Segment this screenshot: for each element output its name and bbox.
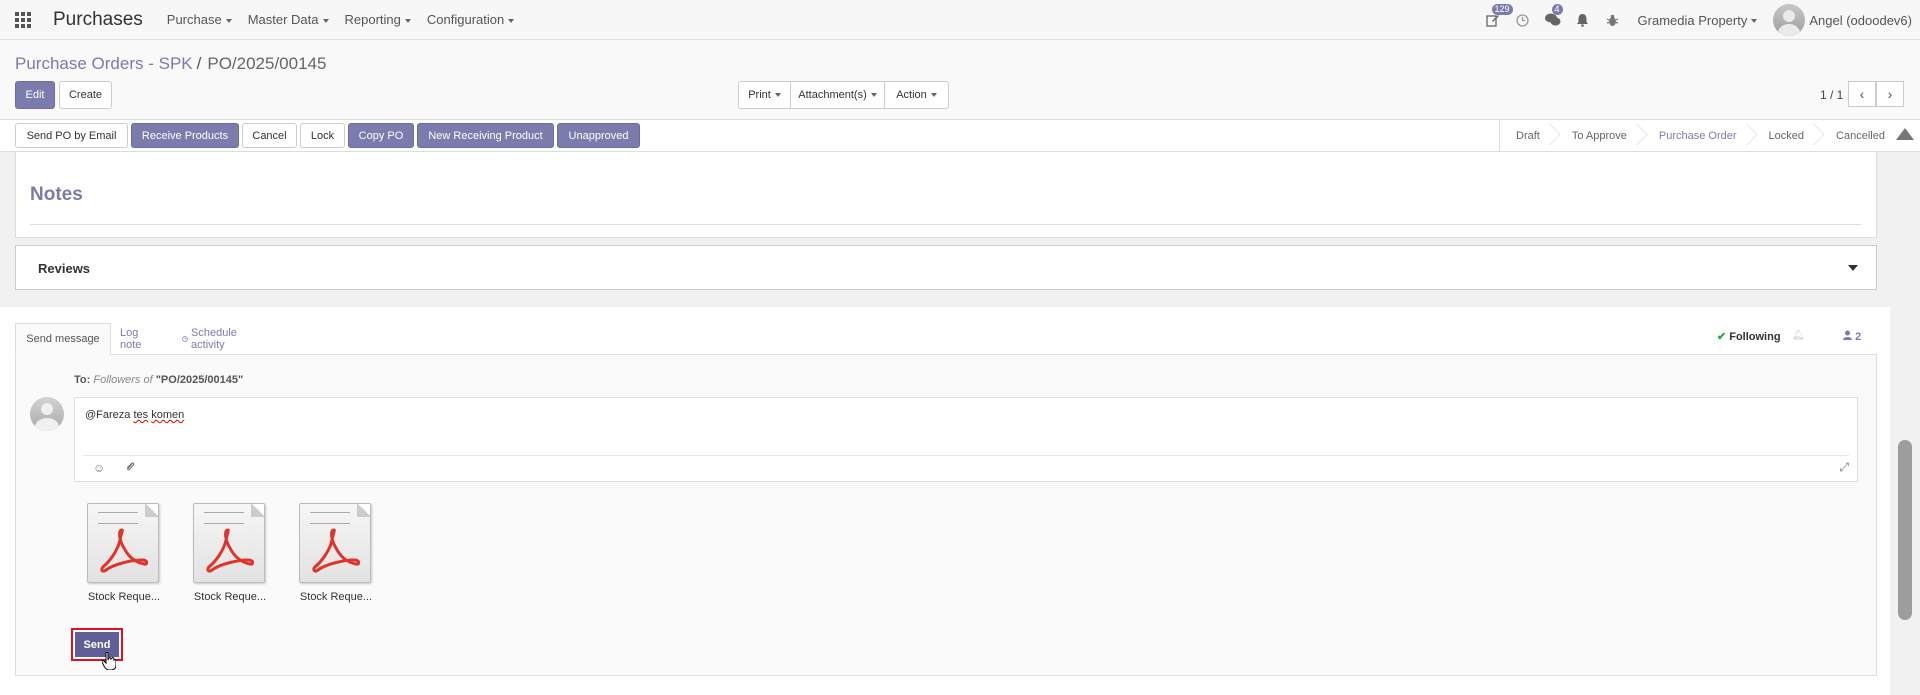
message-input[interactable]: @Fareza tes komen: [85, 409, 184, 421]
notes-divider: [30, 224, 1861, 225]
breadcrumb-current: PO/2025/00145: [207, 54, 327, 73]
stage-pipeline: Draft To Approve Purchase Order Locked C…: [1499, 120, 1901, 151]
breadcrumb-parent[interactable]: Purchase Orders - SPK: [15, 54, 193, 73]
clock-icon[interactable]: [1508, 0, 1538, 40]
caret-down-icon: [322, 18, 329, 23]
followers-button[interactable]: 2: [1843, 330, 1861, 343]
recipients-line: To: Followers of "PO/2025/00145": [74, 374, 243, 386]
pdf-file-icon: [193, 503, 265, 583]
status-bar: Send PO by Email Receive Products Cancel…: [0, 119, 1920, 152]
user-name: Angel (odoodev6): [1809, 12, 1912, 28]
stage-cancelled[interactable]: Cancelled: [1820, 120, 1901, 151]
caret-down-icon: [508, 18, 515, 23]
following-button[interactable]: ✔ Following: [1717, 330, 1781, 343]
tab-schedule-activity[interactable]: Schedule activity: [182, 323, 241, 355]
print-dropdown[interactable]: Print: [738, 81, 791, 109]
cancel-button[interactable]: Cancel: [242, 123, 297, 148]
message-composer[interactable]: @Fareza tes komen ☺ ⤢: [74, 397, 1858, 482]
attachment-item[interactable]: Stock Reque...: [294, 503, 378, 603]
user-icon: [1843, 330, 1852, 340]
caret-down-icon[interactable]: [1848, 265, 1858, 271]
stage-to-approve[interactable]: To Approve: [1556, 120, 1643, 151]
to-record-name: "PO/2025/00145": [155, 374, 244, 386]
caret-down-icon: [930, 93, 937, 97]
form-sheet: [15, 152, 1877, 238]
attachment-item[interactable]: Stock Reque...: [188, 503, 272, 603]
messages-icon[interactable]: 4: [1538, 0, 1568, 40]
create-button[interactable]: Create: [59, 81, 112, 109]
message-word: tes: [133, 409, 149, 421]
pdf-file-icon: [87, 503, 159, 583]
attachment-name: Stock Reque...: [193, 591, 267, 603]
tab-send-message[interactable]: Send message: [15, 323, 111, 355]
message-word: komen: [151, 409, 185, 421]
expand-icon[interactable]: ⤢: [1839, 460, 1849, 475]
pager-next-icon[interactable]: ›: [1876, 81, 1904, 107]
following-label: Following: [1729, 331, 1781, 343]
unapproved-button[interactable]: Unapproved: [557, 123, 640, 148]
message-mention: @Fareza: [85, 409, 131, 421]
followers-count: 2: [1855, 331, 1862, 343]
clock-icon: [182, 336, 188, 342]
receive-products-button[interactable]: Receive Products: [131, 123, 239, 148]
edit-activity-icon[interactable]: 129: [1478, 0, 1513, 40]
debug-bug-icon[interactable]: [1598, 0, 1628, 40]
send-po-by-email-button[interactable]: Send PO by Email: [15, 123, 128, 148]
caret-down-icon: [404, 18, 411, 23]
attachment-name: Stock Reque...: [87, 591, 161, 603]
attachment-item[interactable]: Stock Reque...: [82, 503, 166, 603]
company-switcher[interactable]: Gramedia Property: [1638, 13, 1758, 28]
action-dropdown[interactable]: Action: [884, 81, 949, 109]
menu-purchase[interactable]: Purchase: [167, 12, 232, 27]
pdf-file-icon: [299, 503, 371, 583]
reviews-title: Reviews: [38, 261, 91, 276]
emoji-icon[interactable]: ☺: [93, 461, 105, 475]
breadcrumb-separator: /: [196, 54, 202, 73]
stage-purchase-order[interactable]: Purchase Order: [1643, 120, 1753, 151]
tab-log-note[interactable]: Log note: [120, 323, 141, 355]
app-title[interactable]: Purchases: [53, 9, 143, 31]
bell-icon[interactable]: [1568, 0, 1598, 40]
caret-down-icon: [1751, 19, 1758, 24]
stage-draft[interactable]: Draft: [1500, 120, 1556, 151]
tab-schedule-label: Schedule activity: [191, 327, 237, 351]
lock-button[interactable]: Lock: [300, 123, 345, 148]
systray: 129 4 Gramedia Property Angel (odoodev6): [1478, 0, 1920, 40]
caret-down-icon: [774, 93, 781, 97]
composer-toolbar-divider: [83, 455, 1849, 456]
copy-po-button[interactable]: Copy PO: [348, 123, 414, 148]
top-navbar: Purchases Purchase Master Data Reporting…: [0, 0, 1920, 40]
pager-value[interactable]: 1 / 1: [1820, 88, 1843, 102]
to-label: To:: [74, 374, 91, 386]
new-receiving-product-button[interactable]: New Receiving Product: [417, 123, 554, 148]
menu-reporting[interactable]: Reporting: [345, 12, 411, 27]
caret-down-icon: [225, 18, 232, 23]
stage-locked[interactable]: Locked: [1753, 120, 1820, 151]
attachments-dropdown[interactable]: Attachment(s): [790, 81, 885, 109]
user-menu[interactable]: Angel (odoodev6): [1773, 4, 1912, 36]
to-followers-label: Followers of: [93, 374, 153, 386]
apps-menu-icon[interactable]: [15, 11, 31, 28]
hand-cursor-icon: [102, 652, 116, 670]
edit-button[interactable]: Edit: [15, 81, 55, 109]
avatar: [1773, 4, 1806, 36]
paperclip-icon[interactable]: [125, 461, 135, 475]
check-icon: ✔: [1717, 331, 1727, 343]
scrollbar-thumb[interactable]: [1898, 440, 1912, 620]
breadcrumb: Purchase Orders - SPK / PO/2025/00145: [15, 54, 326, 74]
avatar: [30, 397, 64, 431]
notification-bell-icon[interactable]: 🔔︎: [1792, 330, 1805, 341]
reviews-section[interactable]: Reviews: [15, 245, 1877, 290]
scroll-up-icon[interactable]: [1896, 128, 1914, 140]
caret-down-icon: [870, 93, 877, 97]
menu-master-data[interactable]: Master Data: [248, 12, 329, 27]
messages-badge: 4: [1551, 4, 1563, 15]
menu-configuration[interactable]: Configuration: [427, 12, 515, 27]
pager-previous-icon[interactable]: ‹: [1848, 81, 1876, 107]
notes-title: Notes: [30, 184, 83, 205]
attachment-name: Stock Reque...: [299, 591, 373, 603]
